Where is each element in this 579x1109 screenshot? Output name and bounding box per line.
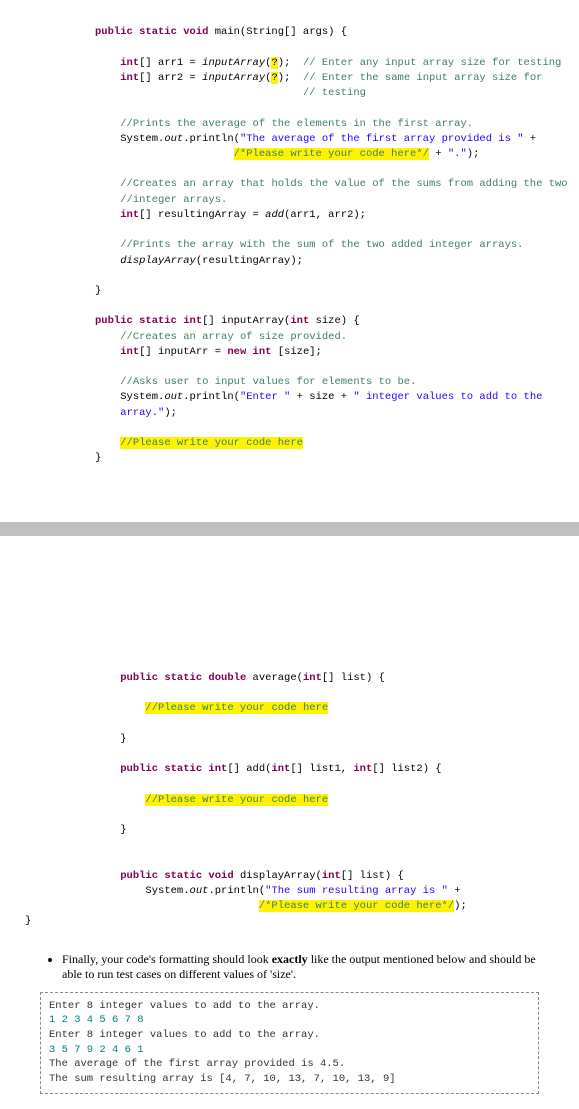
out-input: 3 5 7 9 2 4 6 1 xyxy=(49,1044,144,1056)
txt: [] list) { xyxy=(341,870,404,882)
txt: [] inputArr = xyxy=(139,346,227,358)
kw: int xyxy=(120,57,139,69)
sample-output: Enter 8 integer values to add to the arr… xyxy=(40,992,539,1094)
txt: (arr1, arr2); xyxy=(284,209,366,221)
brace: } xyxy=(95,452,101,464)
kw: new int xyxy=(227,346,271,358)
page-divider xyxy=(0,522,579,536)
txt: .println( xyxy=(183,133,240,145)
string: array." xyxy=(120,407,164,419)
txt: ); xyxy=(278,72,303,84)
txt: Finally, your code's formatting should l… xyxy=(62,952,272,966)
field: out xyxy=(190,885,209,897)
txt: + xyxy=(429,148,448,160)
call: inputArray xyxy=(202,72,265,84)
txt: (resultingArray); xyxy=(196,255,303,267)
call: inputArray xyxy=(202,57,265,69)
kw: int xyxy=(120,72,139,84)
out-input: 1 2 3 4 5 6 7 8 xyxy=(49,1014,144,1026)
txt: main(String[] args) { xyxy=(208,26,347,38)
placeholder-comment: //Please write your code here xyxy=(120,437,303,449)
placeholder-comment: /*Please write your code here*/ xyxy=(234,148,429,160)
txt: .println( xyxy=(208,885,265,897)
txt: System. xyxy=(145,885,189,897)
txt: [] list1, xyxy=(290,763,353,775)
kw: int xyxy=(120,209,139,221)
kw: int xyxy=(290,315,309,327)
kw: int xyxy=(322,870,341,882)
code-block-bottom: public static double average(int[] list)… xyxy=(95,656,559,930)
placeholder-comment: /*Please write your code here*/ xyxy=(259,900,454,912)
txt: ); xyxy=(467,148,480,160)
spacer xyxy=(0,536,579,656)
instruction-item: Finally, your code's formatting should l… xyxy=(62,952,539,982)
comment: //Prints the array with the sum of the t… xyxy=(120,239,523,251)
kw: public static int xyxy=(120,763,227,775)
kw: public static double xyxy=(120,672,246,684)
comment: //Creates an array of size provided. xyxy=(120,331,347,343)
field: out xyxy=(164,391,183,403)
string: "Enter " xyxy=(240,391,290,403)
txt: + size + xyxy=(290,391,353,403)
txt: [] add( xyxy=(227,763,271,775)
txt: [] list2) { xyxy=(372,763,441,775)
code-block-top: public static void main(String[] args) {… xyxy=(95,10,559,467)
string: "The average of the first array provided… xyxy=(240,133,524,145)
comment: // Enter any input array size for testin… xyxy=(303,57,561,69)
string: "." xyxy=(448,148,467,160)
kw: public static void xyxy=(120,870,233,882)
txt: ); xyxy=(164,407,177,419)
txt: displayArray( xyxy=(234,870,322,882)
comment: // Enter the same input array size for xyxy=(303,72,542,84)
txt: System. xyxy=(120,391,164,403)
txt: average( xyxy=(246,672,303,684)
string: "The sum resulting array is " xyxy=(265,885,448,897)
txt: size) { xyxy=(309,315,359,327)
txt: + xyxy=(448,885,467,897)
call: add xyxy=(265,209,284,221)
out-line: Enter 8 integer values to add to the arr… xyxy=(49,1029,320,1041)
out-line: The average of the first array provided … xyxy=(49,1058,345,1070)
txt: ); xyxy=(454,900,467,912)
field: out xyxy=(164,133,183,145)
txt: [] arr2 = xyxy=(139,72,202,84)
brace: } xyxy=(120,824,126,836)
txt: [] arr1 = xyxy=(139,57,202,69)
placeholder-comment: //Please write your code here xyxy=(145,702,328,714)
string: " integer values to add to the xyxy=(353,391,542,403)
kw: public static int xyxy=(95,315,202,327)
instructions: Finally, your code's formatting should l… xyxy=(40,952,539,982)
txt: [] inputArray( xyxy=(202,315,290,327)
comment: //Creates an array that holds the value … xyxy=(120,178,567,190)
out-line: The sum resulting array is [4, 7, 10, 13… xyxy=(49,1073,396,1085)
txt: ); xyxy=(278,57,303,69)
kw: public static void xyxy=(95,26,208,38)
txt: + xyxy=(524,133,543,145)
brace: } xyxy=(95,285,101,297)
comment: //integer arrays. xyxy=(120,194,227,206)
brace: } xyxy=(25,915,31,927)
bold: exactly xyxy=(272,952,308,966)
txt: [] resultingArray = xyxy=(139,209,265,221)
kw: int xyxy=(120,346,139,358)
call: displayArray xyxy=(120,255,196,267)
out-line: Enter 8 integer values to add to the arr… xyxy=(49,1000,320,1012)
placeholder-comment: //Please write your code here xyxy=(145,794,328,806)
txt: [] list) { xyxy=(322,672,385,684)
txt: [size]; xyxy=(271,346,321,358)
kw: int xyxy=(271,763,290,775)
brace: } xyxy=(120,733,126,745)
txt: .println( xyxy=(183,391,240,403)
txt: System. xyxy=(120,133,164,145)
comment: //Asks user to input values for elements… xyxy=(120,376,416,388)
kw: int xyxy=(303,672,322,684)
comment: //Prints the average of the elements in … xyxy=(120,118,473,130)
kw: int xyxy=(353,763,372,775)
comment: // testing xyxy=(303,87,366,99)
